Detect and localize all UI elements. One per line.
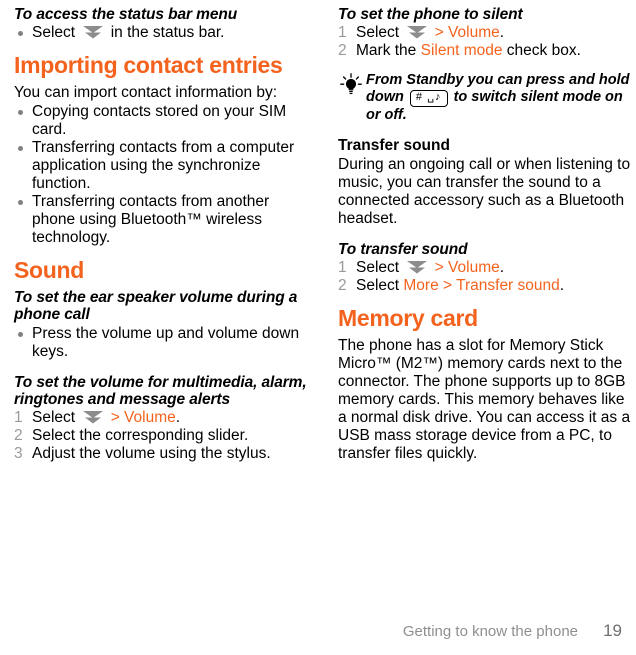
step-text-suffix: check box. (502, 42, 581, 60)
right-column: To set the phone to silent 1 Select > Vol… (318, 6, 636, 463)
two-column-layout: To access the status bar menu Select in … (0, 0, 636, 463)
manual-page: To access the status bar menu Select in … (0, 0, 636, 655)
list-item: 2 Select the corresponding slider. (14, 427, 310, 445)
section-title-importing-contact-entries: Importing contact entries (14, 52, 283, 79)
transfer-sound-step-list: 1 Select > Volume. 2 Select More > Transfe… (338, 259, 632, 295)
step-number: 2 (14, 427, 23, 445)
task-heading-set-phone-silent: To set the phone to silent (338, 6, 523, 23)
chevron-down-icon (406, 25, 428, 40)
list-item: 2 Mark the Silent mode check box. (338, 42, 632, 60)
step-text-prefix: Select (356, 259, 404, 276)
menu-path-link[interactable]: > Volume (430, 24, 500, 41)
tip-text: From Standby you can press and hold down… (366, 72, 632, 124)
list-item: 1 Select > Volume. (338, 24, 632, 42)
task-heading-ear-speaker-volume: To set the ear speaker volume during a p… (14, 288, 298, 324)
step-text-prefix: Mark the (356, 42, 421, 60)
task-heading-set-volume: To set the volume for multimedia, alarm,… (14, 373, 307, 408)
step-number: 2 (338, 276, 347, 294)
step-text-suffix: . (175, 409, 181, 427)
status-bar-bullet-list: Select in the status bar. (14, 24, 310, 42)
chevron-down-icon (82, 25, 104, 40)
list-item: Select in the status bar. (14, 24, 310, 42)
step-number: 1 (338, 24, 347, 42)
footer-section-title: Getting to know the phone (402, 623, 578, 640)
step-number: 2 (338, 42, 347, 60)
list-item: 1 Select > Volume. (14, 409, 310, 427)
silent-mode-link[interactable]: Silent mode (421, 42, 503, 59)
step-text-prefix: Select (32, 409, 80, 427)
step-number: 3 (14, 445, 23, 463)
memory-card-body: The phone has a slot for Memory Stick Mi… (338, 336, 631, 462)
section-title-sound: Sound (14, 256, 85, 283)
bullet-text-after: in the status bar. (106, 24, 225, 42)
menu-path-link[interactable]: > Volume (430, 259, 500, 276)
task-heading-status-bar: To access the status bar menu (14, 6, 238, 23)
section-title-memory-card: Memory card (338, 304, 478, 331)
step-text-prefix: Select (356, 276, 404, 294)
ear-speaker-bullet-list: Press the volume up and volume down keys… (14, 325, 310, 361)
list-item: 1 Select > Volume. (338, 259, 632, 277)
menu-path-link[interactable]: > Volume (106, 409, 176, 426)
left-column: To access the status bar menu Select in … (0, 6, 318, 463)
importing-intro-text: You can import contact information by: (14, 84, 278, 102)
chevron-down-icon (82, 410, 104, 425)
silent-mode-step-list: 1 Select > Volume. 2 Mark the Silent mode … (338, 24, 632, 60)
step-text-suffix: . (499, 24, 505, 42)
list-item: Transferring contacts from a computer ap… (14, 139, 310, 193)
menu-path-link[interactable]: More > Transfer sound (403, 277, 559, 294)
footer-page-number: 19 (603, 621, 622, 640)
step-number: 1 (14, 409, 23, 427)
step-text-suffix: . (559, 276, 565, 294)
tip-callout: From Standby you can press and hold down… (338, 72, 632, 124)
page-footer: Getting to know the phone 19 (0, 621, 636, 641)
list-item: Copying contacts stored on your SIM card… (14, 103, 310, 139)
list-item: Press the volume up and volume down keys… (14, 325, 310, 361)
task-heading-transfer-sound: To transfer sound (338, 240, 468, 258)
subsection-heading-transfer-sound: Transfer sound (338, 136, 450, 154)
hash-key-keycap: # ␣♪ (409, 90, 448, 107)
importing-methods-list: Copying contacts stored on your SIM card… (14, 103, 310, 247)
list-item: 2 Select More > Transfer sound. (338, 277, 632, 295)
step-text-suffix: . (499, 259, 505, 276)
list-item: Transferring contacts from another phone… (14, 193, 310, 247)
bullet-text-before: Select (32, 24, 80, 42)
transfer-sound-body: During an ongoing call or when listening… (338, 155, 631, 227)
list-item: 3 Adjust the volume using the stylus. (14, 445, 310, 463)
step-text-prefix: Adjust the volume using the stylus. (32, 445, 271, 463)
chevron-down-icon (406, 260, 428, 275)
lightbulb-icon (340, 73, 362, 97)
set-volume-step-list: 1 Select > Volume. 2 Select the correspond… (14, 409, 310, 463)
step-number: 1 (338, 259, 347, 276)
step-text-prefix: Select (356, 24, 404, 42)
step-text-prefix: Select the corresponding slider. (32, 427, 249, 445)
